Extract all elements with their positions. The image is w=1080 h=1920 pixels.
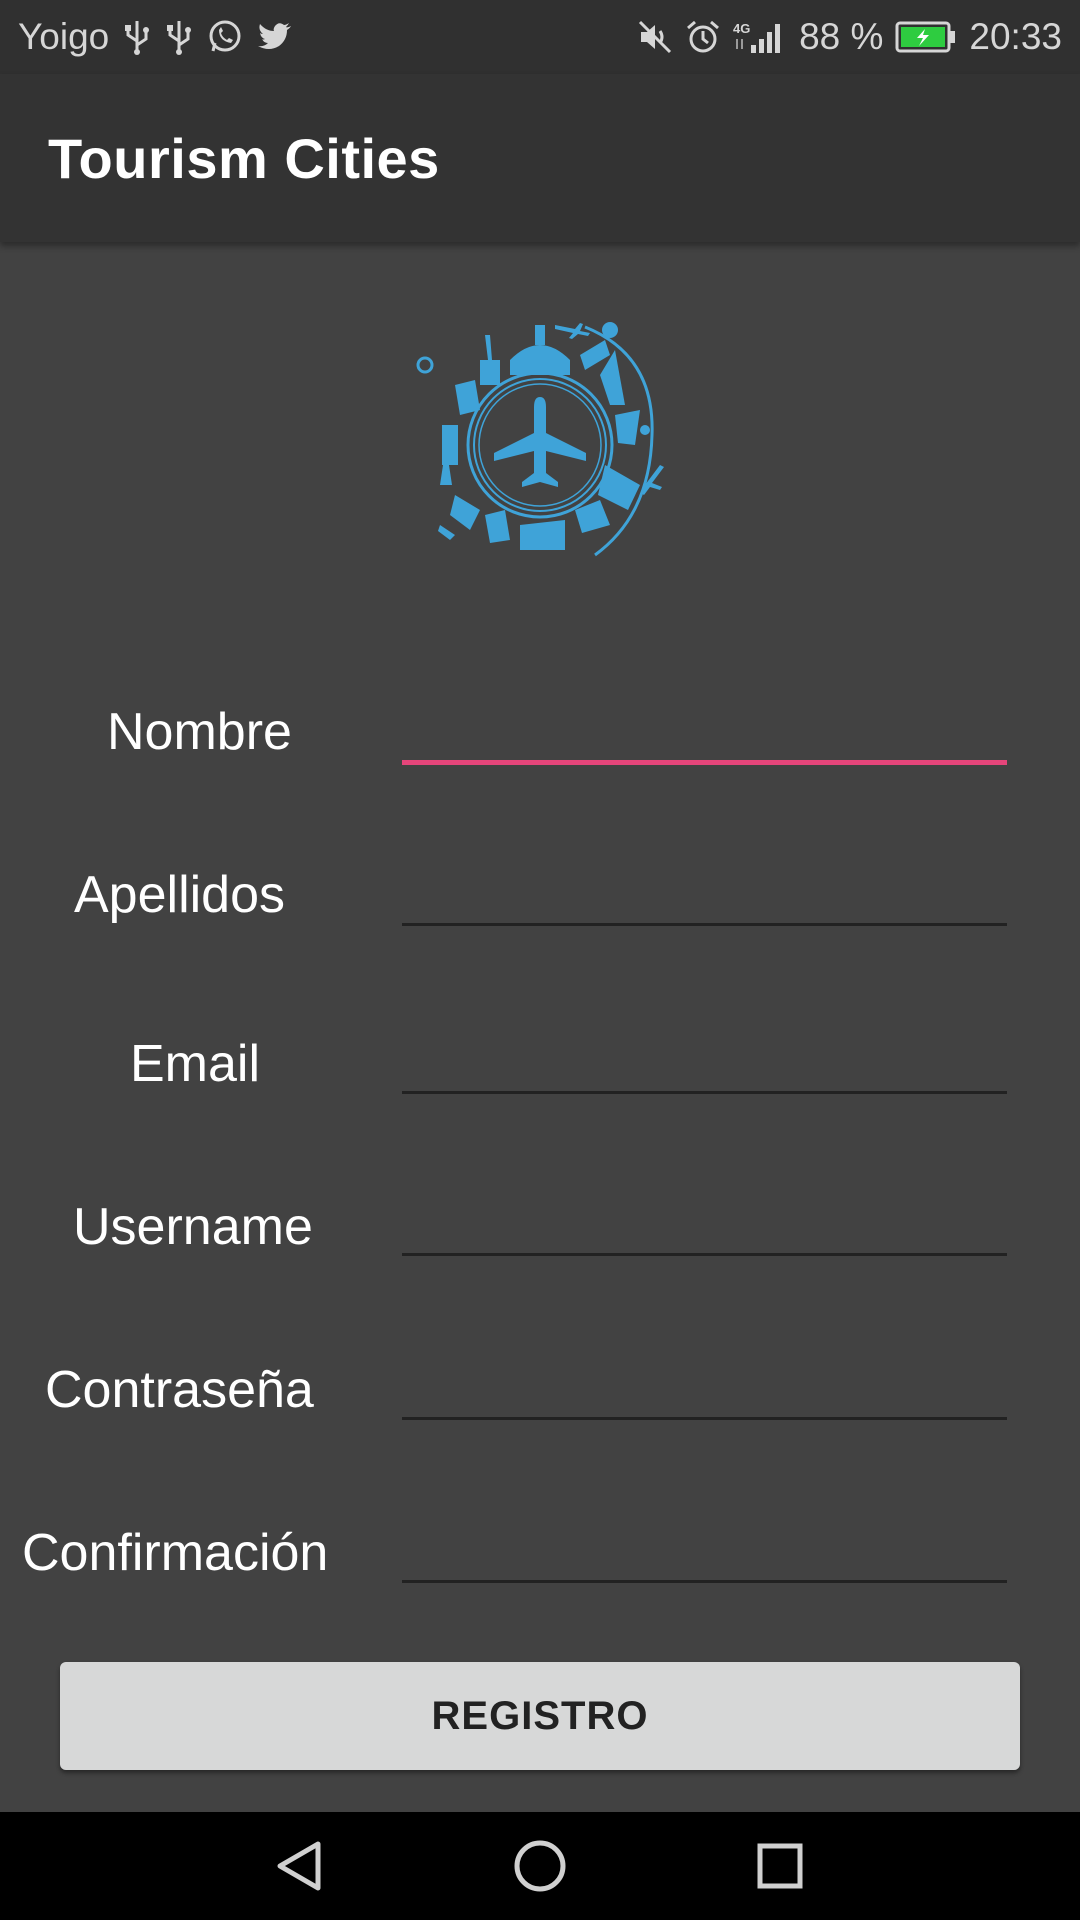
app-title: Tourism Cities [48,126,440,190]
travel-globe-airplane-logo [400,315,680,575]
apellidos-field[interactable] [402,856,1007,926]
usb-icon [165,19,193,55]
register-button[interactable]: REGISTRO [60,1662,1020,1770]
usb-icon [123,19,151,55]
status-right: 4G 88 % 20:33 [637,16,1062,58]
twitter-icon [257,21,293,53]
apellidos-label: Apellidos [74,866,286,924]
battery-percent: 88 % [799,16,884,57]
password-field[interactable] [402,1350,1007,1420]
email-field[interactable] [402,1024,1007,1094]
back-icon[interactable] [255,1821,345,1911]
carrier-name: Yoigo [18,16,110,57]
username-field[interactable] [402,1186,1007,1256]
form-row-contrasena: Contraseña [0,1348,1080,1468]
confirmacion-label: Confirmación [22,1524,329,1582]
status-left: Yoigo [18,16,293,58]
navigation-bar [0,1812,1080,1920]
recents-icon[interactable] [735,1821,825,1911]
confirm-password-field[interactable] [402,1513,1007,1583]
username-label: Username [73,1198,313,1256]
email-label: Email [130,1035,261,1093]
mute-icon [637,19,673,55]
clock: 20:33 [969,16,1062,57]
form-row-nombre: Nombre [0,690,1080,810]
form-row-apellidos: Apellidos [0,853,1080,973]
app-bar: Tourism Cities [0,74,1080,242]
signal-icon: 4G [733,19,787,55]
home-icon[interactable] [495,1821,585,1911]
form-row-email: Email [0,1022,1080,1142]
nombre-field[interactable] [402,695,1007,765]
svg-text:4G: 4G [733,21,750,36]
whatsapp-icon [207,19,243,55]
status-bar: Yoigo 4G 88 % 20:33 [0,0,1080,74]
form-row-confirmacion: Confirmación [0,1511,1080,1631]
form-row-username: Username [0,1185,1080,1305]
alarm-icon [685,19,721,55]
contrasena-label: Contraseña [45,1361,314,1419]
battery-icon [895,21,957,53]
nombre-label: Nombre [107,703,292,761]
